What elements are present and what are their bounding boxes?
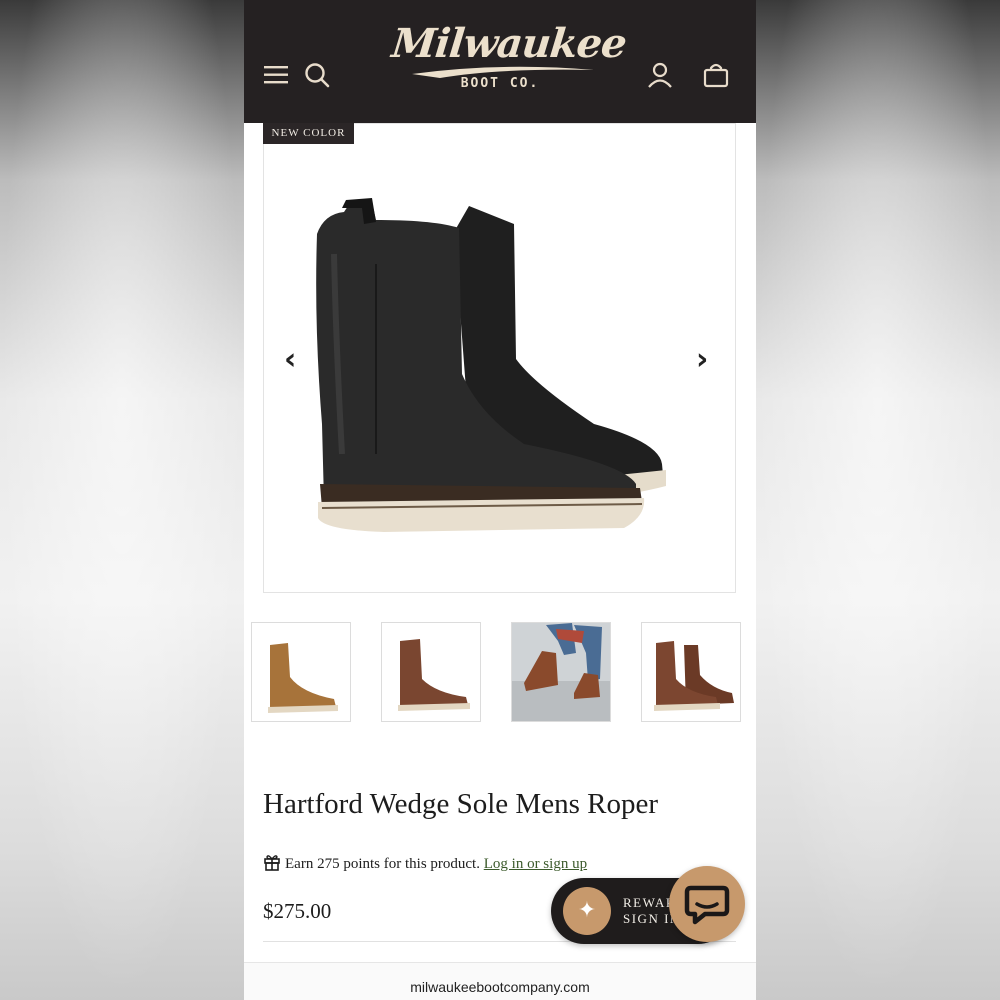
gift-icon [263,853,281,871]
hamburger-menu-icon[interactable] [262,60,292,90]
chat-button[interactable] [669,866,745,942]
product-main-image[interactable]: ‹ › [263,123,736,593]
brown-boot-thumbnail[interactable] [381,622,481,722]
new-color-badge: NEW COLOR [263,123,354,144]
rewards-points-row: Earn 275 points for this product. Log in… [263,853,587,873]
right-background-blur [756,0,1000,1000]
phone-screen: Milwaukee BOOT CO. NEW COLOR ‹ › Hartfor… [244,0,756,1000]
account-icon[interactable] [645,60,675,90]
thumbnail-strip [251,622,756,724]
search-icon[interactable] [302,60,332,90]
sparkle-icon: ✦ [563,887,611,935]
points-text: Earn 275 points for this product. [285,856,480,872]
left-background-blur [0,0,244,1000]
gallery-next-arrow[interactable]: › [696,342,708,377]
login-signup-link[interactable]: Log in or sign up [484,856,587,872]
product-title: Hartford Wedge Sole Mens Roper [263,788,658,820]
product-price: $275.00 [263,899,332,923]
tan-boot-thumbnail[interactable] [251,622,351,722]
lifestyle-photo-thumbnail[interactable] [511,622,611,722]
browser-url-bar[interactable]: milwaukeebootcompany.com [244,962,756,1000]
black-boot-image [316,198,666,532]
logo-subtitle: BOOT CO. [460,76,540,91]
gallery-prev-arrow[interactable]: ‹ [284,342,296,377]
brand-logo[interactable]: Milwaukee BOOT CO. [389,18,629,98]
logo-wordmark: Milwaukee [389,20,629,67]
shopping-bag-icon[interactable] [701,60,731,90]
chat-bubble-icon [684,885,730,925]
pair-of-boots-thumbnail[interactable] [641,622,741,722]
site-header: Milwaukee BOOT CO. [244,0,756,123]
